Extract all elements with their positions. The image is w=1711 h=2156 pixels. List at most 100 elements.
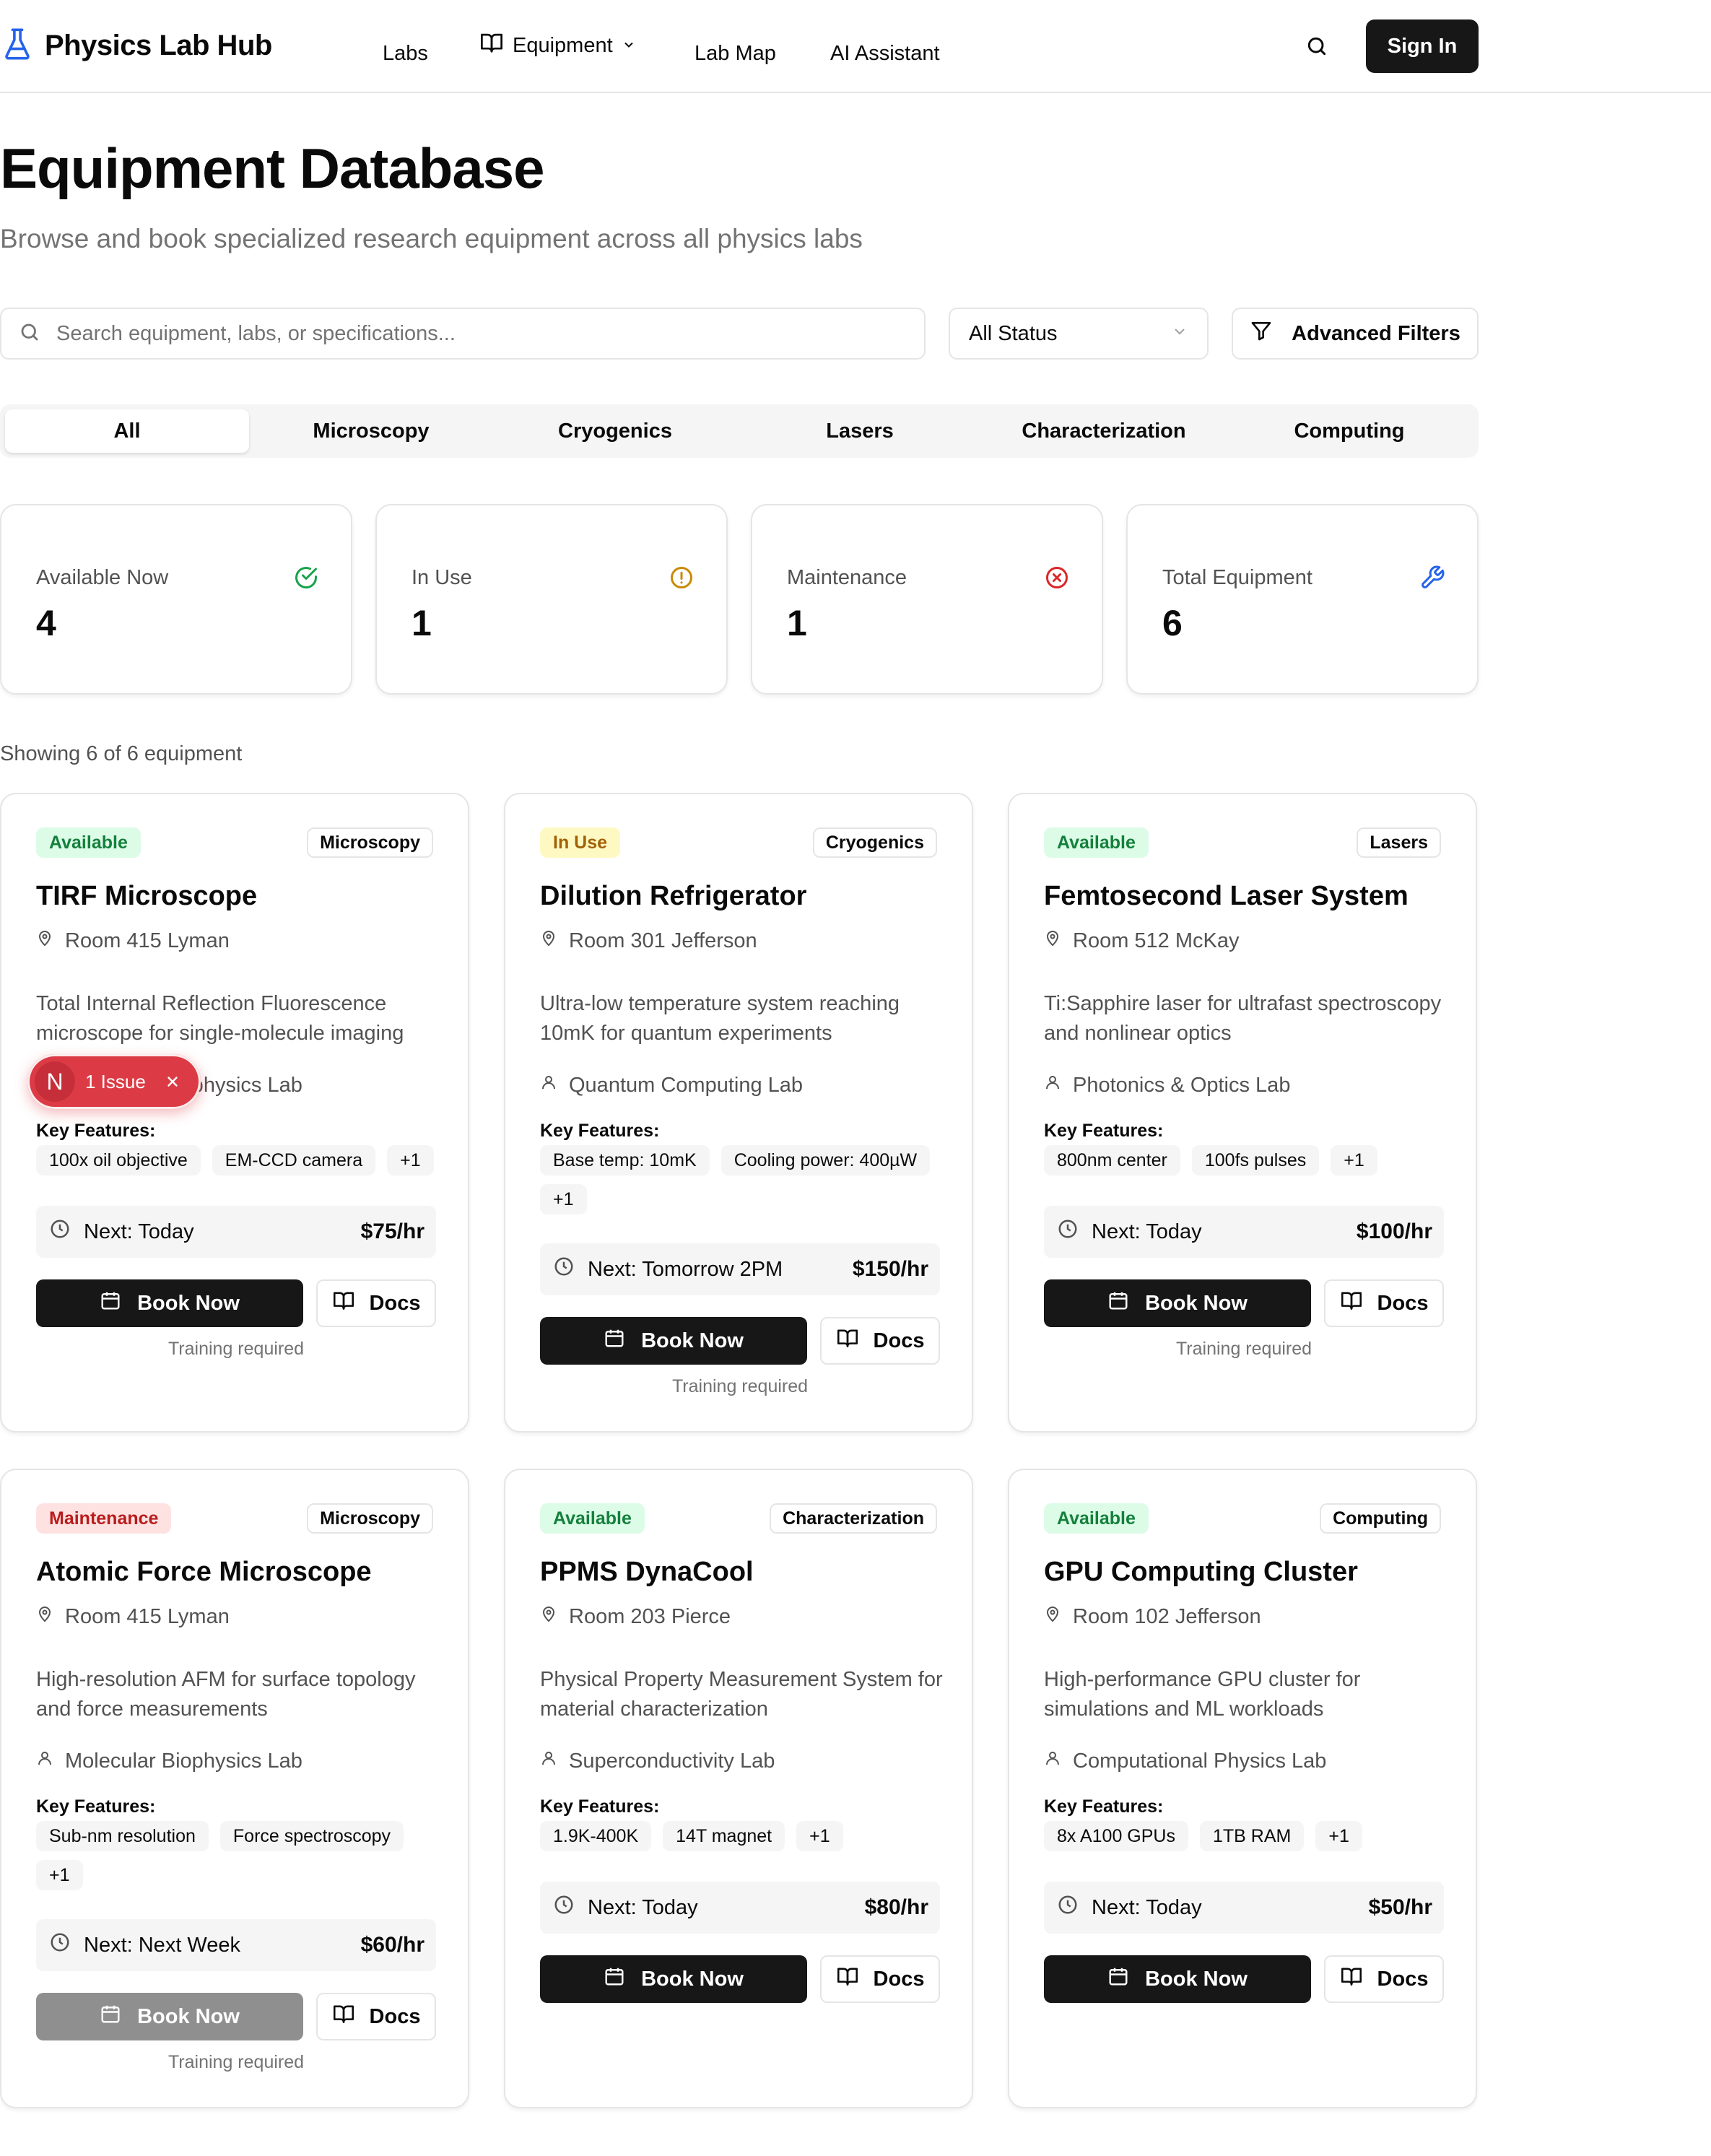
book-open-icon xyxy=(1340,1966,1363,1992)
map-pin-icon xyxy=(540,929,557,953)
status-select[interactable]: All Status xyxy=(949,308,1209,360)
docs-button[interactable]: Docs xyxy=(1324,1279,1444,1327)
tab-cryogenics[interactable]: Cryogenics xyxy=(493,409,737,453)
tab-all[interactable]: All xyxy=(5,409,249,453)
close-icon[interactable] xyxy=(165,1074,180,1090)
price: $60/hr xyxy=(360,1933,425,1957)
page-subtitle: Browse and book specialized research equ… xyxy=(0,224,863,253)
advanced-filters-button[interactable]: Advanced Filters xyxy=(1232,308,1479,360)
book-open-icon xyxy=(332,1290,355,1316)
feature-more-chip[interactable]: +1 xyxy=(796,1821,843,1851)
feature-more-chip[interactable]: +1 xyxy=(1331,1145,1377,1175)
key-features-label: Key Features: xyxy=(1044,1796,1164,1817)
docs-button[interactable]: Docs xyxy=(1324,1955,1444,2003)
room-text: Room 301 Jefferson xyxy=(569,929,757,952)
book-now-label: Book Now xyxy=(641,1967,744,1991)
feature-chip: Sub-nm resolution xyxy=(36,1821,209,1851)
book-now-button[interactable]: Book Now xyxy=(1044,1279,1311,1327)
room-text: Room 102 Jefferson xyxy=(1073,1604,1261,1628)
issue-indicator[interactable]: N 1 Issue xyxy=(27,1054,201,1109)
equipment-card: Available Characterization PPMS DynaCool… xyxy=(504,1469,973,2108)
user-icon xyxy=(36,1749,53,1773)
feature-list: Base temp: 10mK Cooling power: 400µW +1 xyxy=(540,1145,944,1214)
status-badge: Available xyxy=(36,827,141,858)
book-now-button[interactable]: Book Now xyxy=(540,1955,807,2003)
stat-label: Total Equipment xyxy=(1162,566,1312,589)
docs-label: Docs xyxy=(369,1291,421,1315)
equipment-room: Room 301 Jefferson xyxy=(540,929,757,953)
filter-icon xyxy=(1250,319,1273,348)
nav-lab-map[interactable]: Lab Map xyxy=(695,42,776,66)
equipment-lab: Quantum Computing Lab xyxy=(540,1073,803,1097)
next-text: Next: Tomorrow 2PM xyxy=(588,1257,783,1281)
book-open-icon xyxy=(836,1328,859,1354)
tab-computing[interactable]: Computing xyxy=(1227,409,1471,453)
tab-lasers[interactable]: Lasers xyxy=(738,409,982,453)
feature-chip: 100fs pulses xyxy=(1191,1145,1320,1175)
nav-equipment[interactable]: Equipment xyxy=(479,32,636,59)
docs-button[interactable]: Docs xyxy=(316,1993,436,2040)
room-text: Room 415 Lyman xyxy=(65,1604,230,1628)
price: $80/hr xyxy=(864,1895,928,1919)
user-icon xyxy=(540,1073,557,1097)
feature-more-chip[interactable]: +1 xyxy=(387,1145,434,1175)
clock-icon xyxy=(553,1894,575,1921)
sign-in-button[interactable]: Sign In xyxy=(1366,19,1479,73)
calendar-icon xyxy=(1107,1290,1129,1317)
training-note: Training required xyxy=(1175,1339,1312,1359)
tab-microscopy[interactable]: Microscopy xyxy=(249,409,493,453)
equipment-description: High-resolution AFM for surface topology… xyxy=(36,1668,416,1721)
calendar-icon xyxy=(100,2003,121,2030)
nav-labs[interactable]: Labs xyxy=(383,42,428,66)
equipment-description: Physical Property Measurement System for… xyxy=(540,1668,943,1721)
next-text: Next: Today xyxy=(84,1220,194,1243)
feature-chip: 1TB RAM xyxy=(1199,1821,1305,1851)
training-note: Training required xyxy=(671,1376,809,1396)
book-now-label: Book Now xyxy=(137,1291,240,1315)
equipment-card: In Use Cryogenics Dilution Refrigerator … xyxy=(504,793,973,1433)
next-text: Next: Today xyxy=(588,1895,698,1919)
equipment-name: Atomic Force Microscope xyxy=(36,1557,372,1587)
feature-chip: 14T magnet xyxy=(663,1821,785,1851)
docs-label: Docs xyxy=(1377,1291,1429,1315)
book-now-button[interactable]: Book Now xyxy=(1044,1955,1311,2003)
docs-label: Docs xyxy=(873,1329,925,1352)
equipment-room: Room 415 Lyman xyxy=(36,929,230,953)
search-input[interactable]: Search equipment, labs, or specification… xyxy=(0,308,926,360)
stat-label: Maintenance xyxy=(787,566,907,589)
book-open-icon xyxy=(332,2004,355,2030)
equipment-room: Room 415 Lyman xyxy=(36,1604,230,1629)
next-availability: Next: Tomorrow 2PM $150/hr xyxy=(540,1243,940,1295)
brand[interactable]: Physics Lab Hub xyxy=(3,27,272,64)
feature-more-chip[interactable]: +1 xyxy=(540,1184,587,1214)
issue-count: 1 Issue xyxy=(85,1070,146,1092)
equipment-card: Available Computing GPU Computing Cluste… xyxy=(1008,1469,1477,2108)
alert-circle-icon xyxy=(669,565,695,591)
equipment-room: Room 102 Jefferson xyxy=(1044,1604,1261,1629)
book-now-button[interactable]: Book Now xyxy=(540,1317,807,1365)
clock-icon xyxy=(49,1218,71,1246)
search-placeholder: Search equipment, labs, or specification… xyxy=(56,321,456,345)
nav-ai-assistant[interactable]: AI Assistant xyxy=(830,42,940,66)
map-pin-icon xyxy=(1044,1604,1061,1629)
equipment-lab: Superconductivity Lab xyxy=(540,1749,775,1773)
status-badge: Maintenance xyxy=(36,1503,172,1534)
book-now-label: Book Now xyxy=(1145,1291,1248,1315)
equipment-room: Room 512 McKay xyxy=(1044,929,1240,953)
tab-characterization[interactable]: Characterization xyxy=(982,409,1226,453)
user-icon xyxy=(1044,1749,1061,1773)
stat-card-total: Total Equipment 6 xyxy=(1126,504,1479,695)
docs-button[interactable]: Docs xyxy=(820,1317,940,1365)
book-now-button[interactable]: Book Now xyxy=(36,1279,303,1327)
next-availability: Next: Today $50/hr xyxy=(1044,1882,1444,1934)
status-badge: Available xyxy=(1044,1503,1149,1534)
docs-button[interactable]: Docs xyxy=(316,1279,436,1327)
docs-button[interactable]: Docs xyxy=(820,1955,940,2003)
feature-more-chip[interactable]: +1 xyxy=(36,1860,83,1890)
book-now-button-disabled[interactable]: Book Now xyxy=(36,1993,303,2040)
user-icon xyxy=(540,1749,557,1773)
search-icon xyxy=(19,321,40,347)
search-icon[interactable] xyxy=(1302,32,1331,61)
next-availability: Next: Today $100/hr xyxy=(1044,1206,1444,1258)
feature-more-chip[interactable]: +1 xyxy=(1315,1821,1362,1851)
